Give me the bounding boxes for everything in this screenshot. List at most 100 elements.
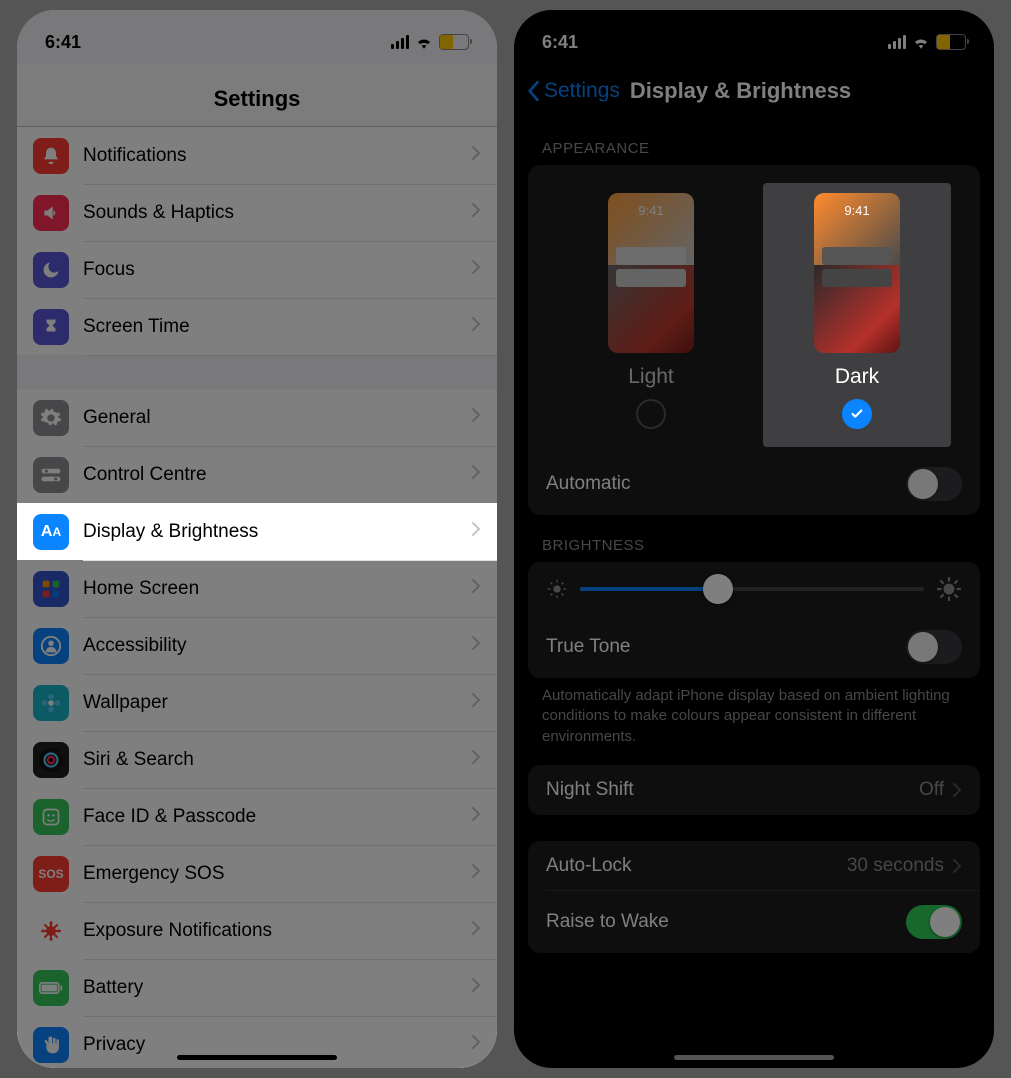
chevron-right-icon — [471, 259, 481, 281]
row-battery[interactable]: Battery — [17, 959, 497, 1016]
light-radio[interactable] — [636, 399, 666, 429]
chevron-right-icon — [471, 749, 481, 771]
row-label: Screen Time — [83, 316, 471, 338]
settings-screen: 6:41 Settings Notifications Sounds & Hapt… — [17, 10, 497, 1068]
back-button[interactable]: Settings — [526, 79, 620, 103]
moon-icon — [33, 252, 69, 288]
row-label: General — [83, 407, 471, 429]
raise-to-wake-toggle[interactable] — [906, 905, 962, 939]
row-focus[interactable]: Focus — [17, 241, 497, 298]
chevron-right-icon — [471, 863, 481, 885]
auto-lock-value: 30 seconds — [847, 855, 944, 877]
chevron-right-icon — [471, 1034, 481, 1056]
speaker-icon — [33, 195, 69, 231]
check-icon — [850, 407, 864, 421]
row-label: Sounds & Haptics — [83, 202, 471, 224]
virus-icon — [33, 913, 69, 949]
lock-card: Auto-Lock 30 seconds Raise to Wake — [528, 841, 980, 953]
row-label: Battery — [83, 977, 471, 999]
battery-icon — [33, 970, 69, 1006]
auto-lock-row[interactable]: Auto-Lock 30 seconds — [528, 841, 980, 891]
nav-header: Settings Display & Brightness — [514, 64, 994, 118]
wifi-icon — [912, 35, 930, 49]
row-home[interactable]: Home Screen — [17, 560, 497, 617]
chevron-right-icon — [471, 806, 481, 828]
settings-list[interactable]: Notifications Sounds & Haptics Focus Screen… — [17, 127, 497, 1068]
row-privacy[interactable]: Privacy — [17, 1016, 497, 1068]
dark-radio[interactable] — [842, 399, 872, 429]
home-indicator[interactable] — [177, 1055, 337, 1060]
sun-max-icon — [936, 576, 962, 602]
chevron-right-icon — [471, 464, 481, 486]
night-shift-value: Off — [919, 779, 944, 801]
row-sounds[interactable]: Sounds & Haptics — [17, 184, 497, 241]
true-tone-label: True Tone — [546, 636, 631, 658]
raise-to-wake-label: Raise to Wake — [546, 911, 669, 933]
row-control[interactable]: Control Centre — [17, 446, 497, 503]
status-time: 6:41 — [45, 32, 81, 53]
section-appearance-label: APPEARANCE — [514, 118, 994, 165]
page-title: Display & Brightness — [630, 78, 851, 104]
chevron-right-icon — [471, 202, 481, 224]
brightness-slider-row — [528, 562, 980, 616]
chevron-right-icon — [471, 920, 481, 942]
chevron-right-icon — [471, 407, 481, 429]
row-label: Emergency SOS — [83, 863, 471, 885]
person-icon — [33, 628, 69, 664]
row-label: Privacy — [83, 1034, 471, 1056]
row-sos[interactable]: SOS Emergency SOS — [17, 845, 497, 902]
section-brightness-label: BRIGHTNESS — [514, 515, 994, 562]
dark-label: Dark — [769, 365, 945, 389]
hand-icon — [33, 1027, 69, 1063]
light-preview: 9:41 — [608, 193, 694, 353]
SOS-icon: SOS — [33, 856, 69, 892]
night-shift-row[interactable]: Night Shift Off — [528, 765, 980, 815]
automatic-label: Automatic — [546, 473, 630, 495]
brightness-card: True Tone — [528, 562, 980, 678]
chevron-right-icon — [471, 635, 481, 657]
row-screentime[interactable]: Screen Time — [17, 298, 497, 355]
cellular-icon — [391, 35, 409, 49]
chevron-right-icon — [471, 578, 481, 600]
row-label: Face ID & Passcode — [83, 806, 471, 828]
appearance-dark-option[interactable]: 9:41 Dark — [763, 183, 951, 447]
true-tone-footnote: Automatically adapt iPhone display based… — [514, 678, 994, 765]
page-title: Settings — [17, 64, 497, 127]
display-brightness-screen: 6:41 Settings Display & Brightness APPEA… — [514, 10, 994, 1068]
appearance-light-option[interactable]: 9:41 Light — [557, 183, 745, 447]
chevron-right-icon — [471, 977, 481, 999]
appearance-card: 9:41 Light 9:41 Dark Automatic — [528, 165, 980, 515]
row-label: Wallpaper — [83, 692, 471, 714]
row-display[interactable]: AADisplay & Brightness — [17, 503, 497, 560]
row-wallpaper[interactable]: Wallpaper — [17, 674, 497, 731]
row-exposure[interactable]: Exposure Notifications — [17, 902, 497, 959]
battery-icon — [439, 34, 469, 50]
auto-lock-label: Auto-Lock — [546, 855, 632, 877]
row-notifications[interactable]: Notifications — [17, 127, 497, 184]
row-general[interactable]: General — [17, 389, 497, 446]
flower-icon — [33, 685, 69, 721]
chevron-left-icon — [526, 80, 540, 102]
automatic-toggle[interactable] — [906, 467, 962, 501]
status-time: 6:41 — [542, 32, 578, 53]
chevron-right-icon — [471, 316, 481, 338]
back-label: Settings — [544, 79, 620, 103]
night-shift-label: Night Shift — [546, 779, 634, 801]
AA-icon: AA — [33, 514, 69, 550]
chevron-right-icon — [471, 145, 481, 167]
row-accessibility[interactable]: Accessibility — [17, 617, 497, 674]
row-label: Focus — [83, 259, 471, 281]
chevron-right-icon — [952, 782, 962, 798]
home-indicator[interactable] — [674, 1055, 834, 1060]
chevron-right-icon — [471, 521, 481, 543]
status-bar: 6:41 — [514, 10, 994, 64]
true-tone-toggle[interactable] — [906, 630, 962, 664]
row-label: Home Screen — [83, 578, 471, 600]
light-label: Light — [563, 365, 739, 389]
switches-icon — [33, 457, 69, 493]
brightness-slider[interactable] — [580, 587, 924, 591]
row-faceid[interactable]: Face ID & Passcode — [17, 788, 497, 845]
hourglass-icon — [33, 309, 69, 345]
row-label: Accessibility — [83, 635, 471, 657]
row-siri[interactable]: Siri & Search — [17, 731, 497, 788]
